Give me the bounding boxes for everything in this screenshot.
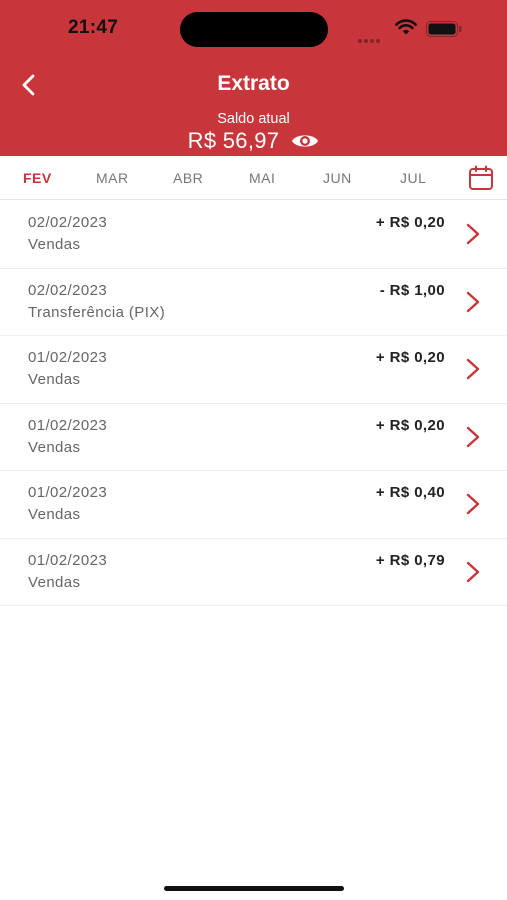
list-item[interactable]: 01/02/2023 Vendas + R$ 0,79 <box>0 539 507 606</box>
transaction-amount: + R$ 0,40 <box>375 484 445 501</box>
transaction-description: Vendas <box>28 236 81 253</box>
battery-icon <box>426 21 462 37</box>
tab-abr[interactable]: ABR <box>173 170 203 186</box>
transaction-date: 02/02/2023 <box>28 281 108 299</box>
signal-icon <box>358 30 386 43</box>
list-item[interactable]: 01/02/2023 Vendas + R$ 0,20 <box>0 336 507 404</box>
transaction-amount: + R$ 0,20 <box>375 214 445 231</box>
toggle-balance-visibility-button[interactable] <box>291 131 319 151</box>
transaction-list: 02/02/2023 Vendas + R$ 0,20 02/02/2023 T… <box>0 201 507 606</box>
list-item[interactable]: 01/02/2023 Vendas + R$ 0,20 <box>0 404 507 471</box>
saldo-label: Saldo atual <box>217 111 290 127</box>
list-item[interactable]: 02/02/2023 Vendas + R$ 0,20 <box>0 201 507 269</box>
chevron-right-icon <box>466 493 480 515</box>
eye-icon <box>292 135 319 147</box>
tab-jun[interactable]: JUN <box>323 170 352 186</box>
transaction-date: 02/02/2023 <box>28 214 108 231</box>
transaction-date: 01/02/2023 <box>28 416 108 434</box>
transaction-date: 01/02/2023 <box>28 484 108 501</box>
transaction-date: 01/02/2023 <box>28 551 108 569</box>
transaction-description: Vendas <box>28 573 81 591</box>
list-item[interactable]: 02/02/2023 Transferência (PIX) - R$ 1,00 <box>0 269 507 336</box>
transaction-description: Vendas <box>28 371 81 388</box>
transaction-description: Vendas <box>28 506 81 523</box>
status-bar: 21:47 <box>0 0 507 56</box>
list-item[interactable]: 01/02/2023 Vendas + R$ 0,40 <box>0 471 507 539</box>
saldo-value: R$ 56,97 <box>187 128 280 153</box>
transaction-amount: + R$ 0,79 <box>375 551 445 569</box>
transaction-amount: - R$ 1,00 <box>379 281 445 299</box>
tab-mar[interactable]: MAR <box>96 170 129 186</box>
chevron-right-icon <box>466 223 480 245</box>
dynamic-island <box>180 12 328 47</box>
status-time: 21:47 <box>68 17 119 38</box>
wifi-icon <box>395 19 417 35</box>
month-tabs: FEV MAR ABR MAI JUN JUL <box>0 156 507 200</box>
saldo-row: R$ 56,97 <box>0 127 507 155</box>
tab-fev[interactable]: FEV <box>23 170 52 186</box>
calendar-icon[interactable] <box>468 165 494 191</box>
chevron-right-icon <box>466 358 480 380</box>
transaction-amount: + R$ 0,20 <box>375 416 445 434</box>
tab-jul[interactable]: JUL <box>400 170 426 186</box>
transaction-description: Vendas <box>28 438 81 456</box>
transaction-amount: + R$ 0,20 <box>375 349 445 366</box>
transaction-description: Transferência (PIX) <box>28 303 166 321</box>
extrato-screen: 21:47 Extrato Saldo atual R$ 56,97 FEV M… <box>0 0 507 900</box>
header: 21:47 Extrato Saldo atual R$ 56,97 <box>0 0 507 156</box>
chevron-right-icon <box>466 561 480 582</box>
page-title: Extrato <box>217 72 290 95</box>
tab-mai[interactable]: MAI <box>249 170 275 186</box>
home-indicator <box>164 886 344 891</box>
chevron-right-icon <box>466 291 480 312</box>
chevron-right-icon <box>466 426 480 447</box>
transaction-date: 01/02/2023 <box>28 349 108 366</box>
